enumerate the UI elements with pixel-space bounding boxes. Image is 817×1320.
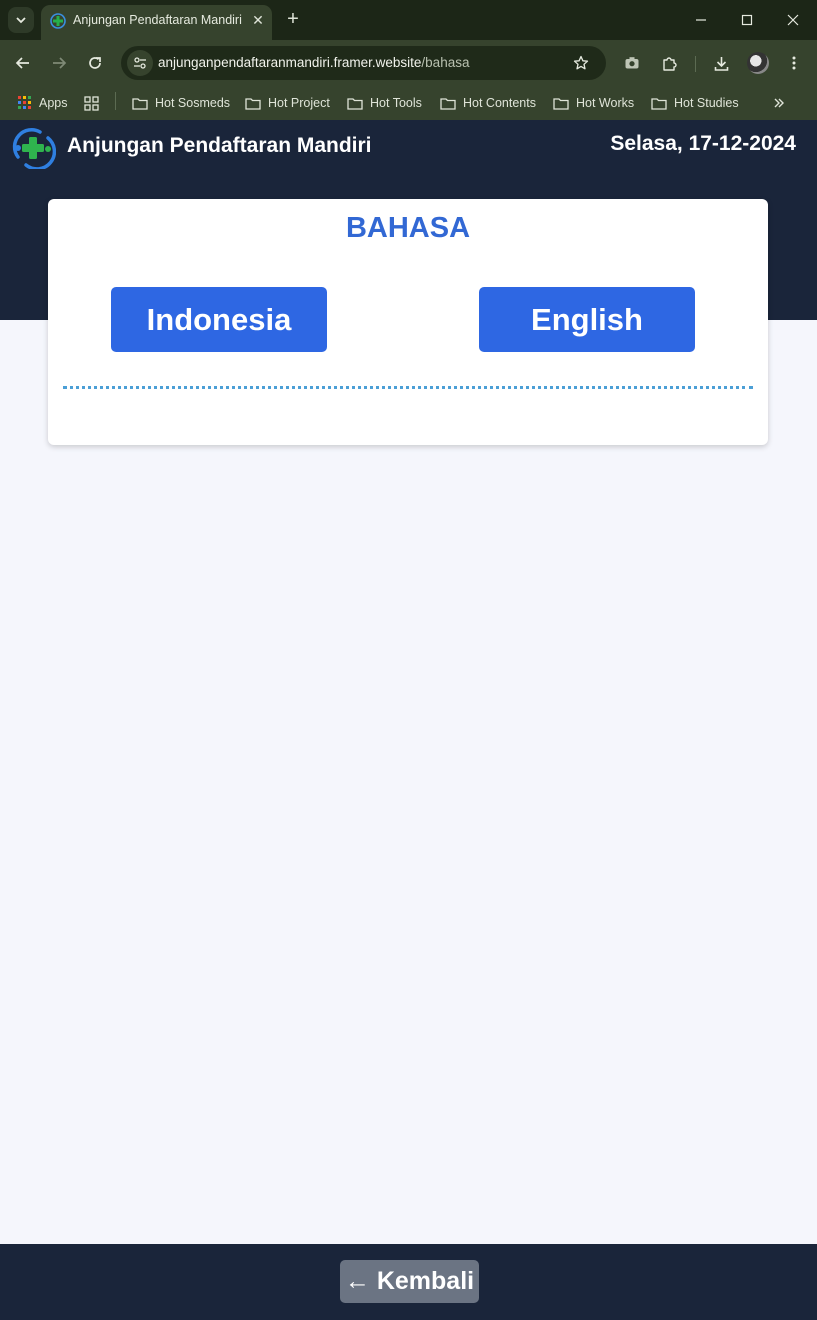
- app-title: Anjungan Pendaftaran Mandiri: [67, 134, 372, 157]
- browser-toolbar: anjunganpendaftaranmandiri.framer.websit…: [0, 40, 817, 86]
- new-tab-button[interactable]: +: [283, 8, 303, 30]
- minimize-button[interactable]: [689, 8, 713, 32]
- bookmark-folder-hot-studies[interactable]: Hot Studies: [651, 92, 739, 114]
- browser-menu-button[interactable]: [782, 51, 806, 75]
- app-logo-icon: [12, 128, 56, 169]
- bookmark-label: Hot Project: [268, 96, 330, 110]
- puzzle-icon: [662, 56, 677, 71]
- site-favicon-icon: [50, 13, 66, 29]
- english-button[interactable]: English: [479, 287, 695, 352]
- apps-grid-icon: [18, 96, 31, 109]
- chevron-down-icon: [16, 17, 26, 24]
- back-button[interactable]: ← Kembali: [340, 1260, 479, 1303]
- bookmarks-bar: Apps Hot Sosmeds Hot Project Hot Tools H…: [0, 86, 817, 120]
- profile-avatar[interactable]: [747, 52, 769, 74]
- folder-icon: [651, 97, 667, 110]
- camera-icon: [625, 57, 639, 69]
- tab-close-icon[interactable]: ✕: [249, 11, 267, 29]
- bookmark-folder-hot-tools[interactable]: Hot Tools: [347, 92, 422, 114]
- tune-icon: [134, 57, 146, 69]
- browser-tab-bar: Anjungan Pendaftaran Mandiri ✕ +: [0, 0, 817, 40]
- arrow-left-icon: [15, 57, 29, 69]
- address-bar[interactable]: anjunganpendaftaranmandiri.framer.websit…: [121, 46, 606, 80]
- forward-nav-button[interactable]: [47, 51, 71, 75]
- bookmark-label: Hot Sosmeds: [155, 96, 231, 110]
- url-path: /bahasa: [421, 55, 470, 70]
- tab-groups-button[interactable]: [84, 92, 106, 114]
- downloads-button[interactable]: [709, 51, 733, 75]
- back-nav-button[interactable]: [11, 51, 35, 75]
- bookmark-label: Hot Contents: [463, 96, 536, 110]
- screenshot-button[interactable]: [620, 51, 644, 75]
- folder-icon: [132, 97, 148, 110]
- reload-icon: [89, 57, 101, 69]
- folder-icon: [440, 97, 456, 110]
- double-chevron-right-icon: [774, 98, 784, 108]
- bookmark-label: Apps: [39, 96, 68, 110]
- more-vertical-icon: [792, 56, 796, 70]
- dotted-divider: [63, 386, 753, 389]
- folder-icon: [347, 97, 363, 110]
- close-icon: [787, 14, 799, 26]
- folder-icon: [553, 97, 569, 110]
- extensions-button[interactable]: [657, 51, 681, 75]
- bookmark-label: Hot Works: [576, 96, 635, 110]
- bookmark-folder-hot-sosmeds[interactable]: Hot Sosmeds: [132, 92, 230, 114]
- language-card: BAHASA Indonesia English: [48, 199, 768, 445]
- download-icon: [714, 56, 728, 71]
- card-title: BAHASA: [345, 212, 471, 244]
- close-window-button[interactable]: [781, 8, 805, 32]
- minimize-icon: [696, 19, 706, 21]
- bookmark-star-button[interactable]: [571, 53, 591, 73]
- star-icon: [573, 55, 589, 70]
- url-text: anjunganpendaftaranmandiri.framer.websit…: [158, 55, 469, 70]
- bookmarks-divider: [115, 92, 116, 110]
- bookmark-folder-hot-project[interactable]: Hot Project: [245, 92, 330, 114]
- reload-button[interactable]: [83, 51, 107, 75]
- toolbar-divider: [695, 56, 696, 72]
- site-info-button[interactable]: [127, 50, 153, 76]
- bookmarks-overflow-button[interactable]: [773, 92, 792, 114]
- bookmark-folder-hot-contents[interactable]: Hot Contents: [440, 92, 536, 114]
- url-host: anjunganpendaftaranmandiri.framer.websit…: [158, 55, 422, 70]
- current-date: Selasa, 17-12-2024: [610, 132, 796, 155]
- bookmark-folder-hot-works[interactable]: Hot Works: [553, 92, 634, 114]
- folder-icon: [245, 97, 261, 110]
- tab-search-button[interactable]: [8, 7, 34, 33]
- indonesia-button[interactable]: Indonesia: [111, 287, 327, 352]
- maximize-icon: [741, 14, 753, 26]
- bookmark-label: Hot Tools: [370, 96, 422, 110]
- tab-title: Anjungan Pendaftaran Mandiri: [73, 13, 242, 27]
- bookmark-label: Hot Studies: [674, 96, 739, 110]
- maximize-button[interactable]: [735, 8, 759, 32]
- grid-icon: [84, 95, 99, 111]
- arrow-right-icon: [53, 57, 67, 69]
- browser-tab[interactable]: Anjungan Pendaftaran Mandiri ✕: [41, 5, 272, 40]
- bookmark-apps[interactable]: Apps: [18, 92, 68, 114]
